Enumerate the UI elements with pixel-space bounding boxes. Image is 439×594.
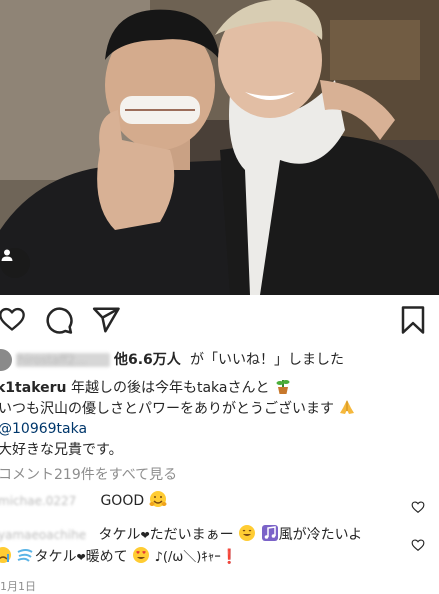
comment-text: GOOD (100, 493, 145, 509)
comment-like-icon[interactable] (411, 500, 425, 514)
likes-text: が「いいね！」しました (190, 352, 344, 368)
liker-name[interactable]: hirostaff2... (18, 349, 87, 371)
likes-count[interactable]: 他6.6万人 (114, 349, 181, 371)
user-tag-icon (1, 249, 13, 261)
share-button[interactable] (91, 305, 121, 335)
comment-1: michae.0227 GOOD (0, 490, 437, 511)
black-heart-icon: ❤ (140, 529, 150, 542)
comment-text-c: ♪(/ω＼)ｷｬｰ (154, 550, 221, 565)
post-photo[interactable] (0, 0, 439, 295)
grinning-face-emoji-icon (239, 525, 256, 541)
caption-line-1: k1takeru 年越しの後は今年もtakaさんと (0, 377, 435, 398)
comment-button[interactable] (44, 305, 74, 335)
dash-emoji-icon (18, 549, 34, 562)
user-tag-button[interactable] (0, 248, 30, 278)
caption-line-3: @10969taka (0, 419, 437, 439)
caption-username[interactable]: k1takeru (0, 380, 67, 396)
potted-plant-emoji-icon (276, 380, 290, 394)
bookmark-button[interactable] (398, 305, 428, 335)
crying-face-emoji-icon (0, 547, 11, 563)
folded-hands-emoji-icon (340, 400, 355, 414)
liker-avatar[interactable] (0, 349, 12, 371)
likes-summary[interactable]: hirostaff2... 他6.6万人 が「いいね！」しました (0, 349, 439, 371)
comment-text-a: タケル (34, 549, 77, 565)
like-button[interactable] (0, 305, 28, 335)
comment-text-b: ただいまぁー (149, 527, 234, 543)
black-heart-icon: ❤ (76, 551, 86, 564)
share-icon (92, 307, 120, 333)
comment-2: yamaeoachihe タケル❤ただいまぁー 風が冷たいよ (0, 524, 437, 546)
caption-text-4: 大好きな兄貴です。 (0, 442, 123, 458)
exclamation-icon: ❗ (220, 549, 239, 565)
comment-icon (46, 307, 73, 334)
photo-illustration (0, 0, 439, 295)
comment-text-b: 暖めて (85, 549, 128, 565)
action-bar (0, 305, 439, 345)
comment-username[interactable]: yamaeoachihe (0, 525, 94, 545)
comment-text-a: タケル (98, 527, 141, 543)
music-note-emoji-icon (261, 525, 278, 541)
caption-line-4: 大好きな兄貴です。 (0, 440, 437, 460)
hugging-face-emoji-icon (149, 491, 167, 507)
caption-text-1: 年越しの後は今年もtakaさんと (70, 380, 270, 396)
comment-2-continued: タケル❤暖めて ♪(/ω＼)ｷｬｰ❗ (0, 546, 433, 568)
post-date: 1月1日 (0, 580, 36, 593)
heart-eyes-emoji-icon (133, 547, 150, 563)
like-heart-icon (0, 307, 25, 331)
caption-line-2: いつも沢山の優しさとパワーをありがとうございます (0, 398, 437, 419)
comment-username[interactable]: michae.0227 (0, 491, 96, 511)
view-all-comments-link[interactable]: コメント219件をすべて見る (0, 465, 437, 485)
caption-text-2: いつも沢山の優しさとパワーをありがとうございます (0, 401, 334, 417)
comment-text-c: 風が冷たいよ (278, 527, 363, 543)
bookmark-icon (401, 306, 425, 334)
mention-link[interactable]: @10969taka (0, 421, 87, 437)
